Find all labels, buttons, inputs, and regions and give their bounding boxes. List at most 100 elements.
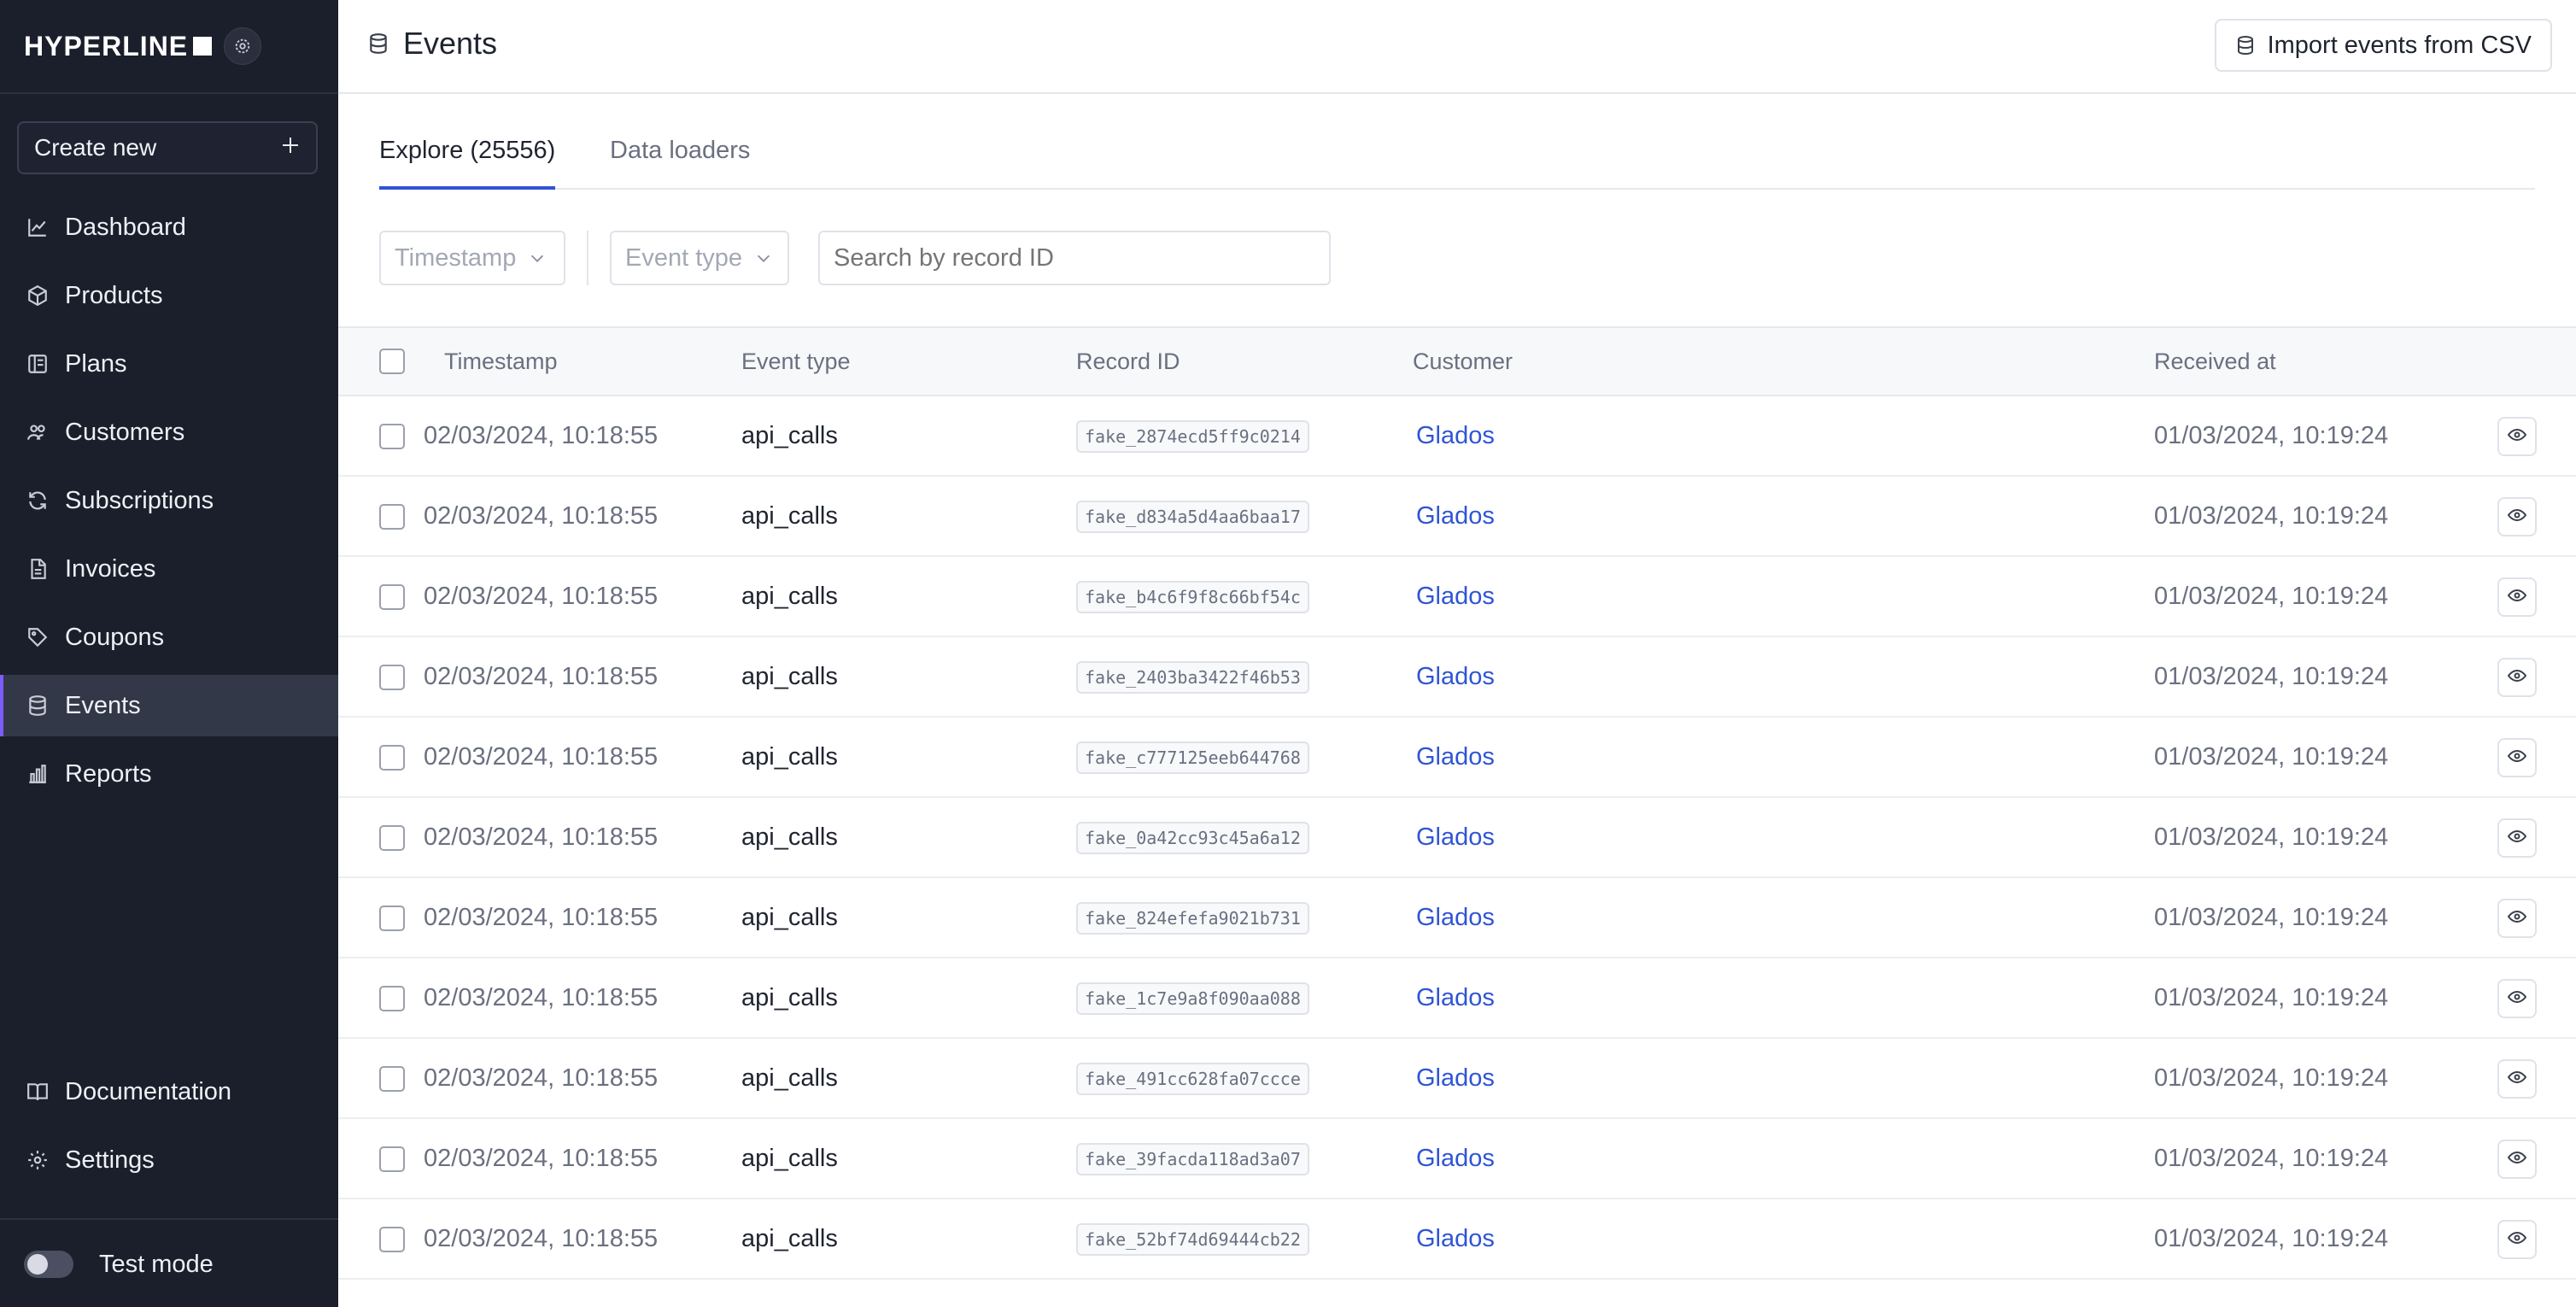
customer-link[interactable]: Glados: [1416, 1141, 1495, 1175]
timestamp-filter[interactable]: Timestamp: [379, 231, 565, 285]
customer-link[interactable]: Glados: [1416, 499, 1495, 533]
sidebar-item-documentation[interactable]: Documentation: [0, 1061, 338, 1122]
view-event-button[interactable]: [2497, 658, 2537, 697]
row-checkbox[interactable]: [379, 504, 405, 530]
column-header-event-type[interactable]: Event type: [741, 349, 851, 375]
sidebar-item-customers[interactable]: Customers: [0, 401, 338, 463]
workspace-settings-gear-icon[interactable]: [224, 27, 261, 65]
received-at-cell: 01/03/2024, 10:19:24: [2154, 422, 2389, 449]
record-id-chip[interactable]: fake_b4c6f9f8c66bf54c: [1076, 581, 1309, 613]
received-at-cell: 01/03/2024, 10:19:24: [2154, 1064, 2389, 1092]
record-id-chip[interactable]: fake_2874ecd5ff9c0214: [1076, 420, 1309, 453]
chevron-down-icon: [754, 249, 773, 267]
view-event-button[interactable]: [2497, 738, 2537, 777]
event-type-cell: api_calls: [741, 422, 838, 449]
sidebar-item-subscriptions[interactable]: Subscriptions: [0, 470, 338, 531]
file-icon: [26, 557, 50, 581]
book-icon: [26, 1080, 50, 1104]
column-header-customer[interactable]: Customer: [1413, 349, 1513, 375]
customer-link[interactable]: Glados: [1416, 900, 1495, 935]
sidebar-item-dashboard[interactable]: Dashboard: [0, 196, 338, 258]
record-id-chip[interactable]: fake_1c7e9a8f090aa088: [1076, 982, 1309, 1015]
customer-link[interactable]: Glados: [1416, 579, 1495, 613]
row-checkbox[interactable]: [379, 745, 405, 771]
row-checkbox[interactable]: [379, 584, 405, 610]
sidebar-item-settings[interactable]: Settings: [0, 1129, 338, 1191]
sidebar-item-label: Dashboard: [65, 213, 186, 241]
row-checkbox[interactable]: [379, 825, 405, 851]
create-new-button[interactable]: Create new: [17, 121, 318, 174]
sidebar-divider: [0, 1218, 338, 1220]
eye-icon: [2507, 665, 2527, 690]
sidebar-item-products[interactable]: Products: [0, 265, 338, 326]
customer-link[interactable]: Glados: [1416, 659, 1495, 694]
column-header-record-id[interactable]: Record ID: [1076, 349, 1180, 375]
table-row[interactable]: 02/03/2024, 10:18:55 api_calls fake_1c7e…: [338, 958, 2576, 1039]
view-event-button[interactable]: [2497, 899, 2537, 938]
view-event-button[interactable]: [2497, 1059, 2537, 1099]
table-row[interactable]: 02/03/2024, 10:18:55 api_calls fake_2874…: [338, 396, 2576, 477]
database-icon: [26, 694, 50, 718]
table-row[interactable]: 02/03/2024, 10:18:55 api_calls fake_824e…: [338, 878, 2576, 958]
view-event-button[interactable]: [2497, 417, 2537, 456]
table-row[interactable]: 02/03/2024, 10:18:55 api_calls fake_2403…: [338, 637, 2576, 718]
customer-link[interactable]: Glados: [1416, 981, 1495, 1015]
record-id-chip[interactable]: fake_c777125eeb644768: [1076, 741, 1309, 774]
record-id-chip[interactable]: fake_824efefa9021b731: [1076, 902, 1309, 935]
row-checkbox[interactable]: [379, 424, 405, 449]
row-checkbox[interactable]: [379, 1227, 405, 1252]
tag-icon: [26, 625, 50, 649]
customer-link[interactable]: Glados: [1416, 1061, 1495, 1095]
table-row[interactable]: 02/03/2024, 10:18:55 api_calls fake_d834…: [338, 477, 2576, 557]
view-event-button[interactable]: [2497, 1140, 2537, 1179]
table-row[interactable]: 02/03/2024, 10:18:55 api_calls fake_c777…: [338, 718, 2576, 798]
record-id-chip[interactable]: fake_491cc628fa07ccce: [1076, 1063, 1309, 1095]
received-at-cell: 01/03/2024, 10:19:24: [2154, 984, 2389, 1011]
test-mode-toggle[interactable]: [24, 1251, 73, 1278]
event-type-filter[interactable]: Event type: [610, 231, 789, 285]
table-row[interactable]: 02/03/2024, 10:18:55 api_calls fake_39fa…: [338, 1119, 2576, 1199]
sidebar-item-label: Products: [65, 281, 163, 309]
row-checkbox[interactable]: [379, 1066, 405, 1092]
record-id-chip[interactable]: fake_39facda118ad3a07: [1076, 1143, 1309, 1175]
tab-data-loaders[interactable]: Data loaders: [610, 133, 750, 190]
row-checkbox[interactable]: [379, 1146, 405, 1172]
customer-link[interactable]: Glados: [1416, 820, 1495, 854]
table-row[interactable]: 02/03/2024, 10:18:55 api_calls fake_52bf…: [338, 1199, 2576, 1280]
view-event-button[interactable]: [2497, 979, 2537, 1018]
view-event-button[interactable]: [2497, 577, 2537, 617]
select-all-checkbox[interactable]: [379, 349, 405, 374]
search-input[interactable]: [818, 231, 1331, 285]
column-header-received-at[interactable]: Received at: [2154, 349, 2276, 375]
column-header-timestamp[interactable]: Timestamp: [444, 349, 558, 375]
row-checkbox[interactable]: [379, 665, 405, 690]
table-row[interactable]: 02/03/2024, 10:18:55 api_calls fake_b4c6…: [338, 557, 2576, 637]
record-id-chip[interactable]: fake_d834a5d4aa6baa17: [1076, 501, 1309, 533]
view-event-button[interactable]: [2497, 1220, 2537, 1259]
row-checkbox[interactable]: [379, 986, 405, 1011]
customer-link[interactable]: Glados: [1416, 740, 1495, 774]
view-event-button[interactable]: [2497, 497, 2537, 536]
timestamp-cell: 02/03/2024, 10:18:55: [424, 1225, 659, 1252]
table-row[interactable]: 02/03/2024, 10:18:55 api_calls fake_491c…: [338, 1039, 2576, 1119]
customer-link[interactable]: Glados: [1416, 419, 1495, 453]
sidebar-item-coupons[interactable]: Coupons: [0, 607, 338, 668]
record-id-chip[interactable]: fake_52bf74d69444cb22: [1076, 1223, 1309, 1256]
record-id-chip[interactable]: fake_2403ba3422f46b53: [1076, 661, 1309, 694]
sidebar-item-plans[interactable]: Plans: [0, 333, 338, 395]
sidebar-item-label: Reports: [65, 759, 152, 788]
sidebar-item-invoices[interactable]: Invoices: [0, 538, 338, 600]
sidebar-item-reports[interactable]: Reports: [0, 743, 338, 805]
sidebar-item-events[interactable]: Events: [0, 675, 338, 736]
view-event-button[interactable]: [2497, 818, 2537, 858]
record-id-chip[interactable]: fake_0a42cc93c45a6a12: [1076, 822, 1309, 854]
event-type-cell: api_calls: [741, 1225, 838, 1252]
tab-explore[interactable]: Explore (25556): [379, 133, 556, 190]
import-events-button[interactable]: Import events from CSV: [2214, 19, 2552, 72]
row-checkbox[interactable]: [379, 906, 405, 931]
brand-logo[interactable]: HYPERLINE: [24, 29, 213, 63]
table-row[interactable]: 02/03/2024, 10:18:55 api_calls fake_0a42…: [338, 798, 2576, 878]
create-new-label: Create new: [34, 134, 157, 161]
customer-link[interactable]: Glados: [1416, 1222, 1495, 1256]
eye-icon: [2507, 1228, 2527, 1252]
